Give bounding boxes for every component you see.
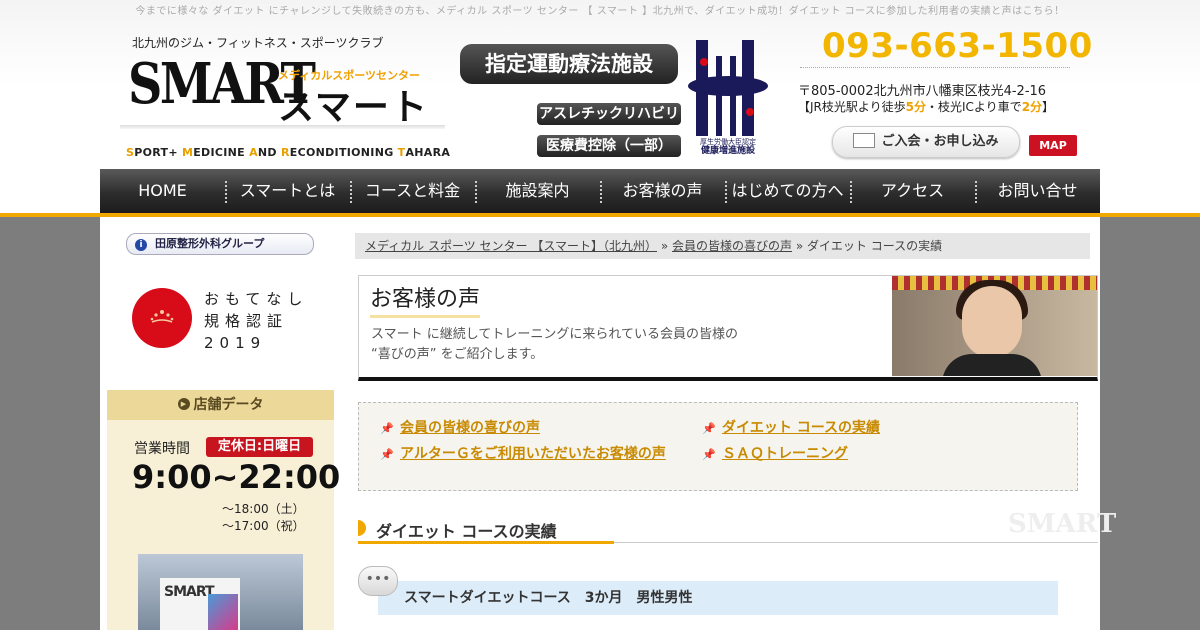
hours-main: 9:00~22:00 bbox=[132, 458, 341, 496]
link-diet-results[interactable]: 📌 ダイエット コースの実績 bbox=[702, 417, 880, 437]
pin-icon: 📌 bbox=[380, 422, 394, 435]
link-alter-g-voices[interactable]: 📌 アルターＧをご利用いただいたお客様の声 bbox=[380, 443, 666, 463]
store-data-heading: ▶ 店舗データ bbox=[107, 390, 334, 420]
breadcrumb-current: ダイエット コースの実績 bbox=[807, 239, 943, 253]
logo-japanese[interactable]: スマート bbox=[278, 78, 429, 130]
nav-about[interactable]: スマートとは bbox=[225, 169, 350, 213]
omotenashi-logo-icon bbox=[132, 288, 192, 348]
hours-label: 営業時間 bbox=[134, 441, 190, 457]
logo-underline bbox=[120, 125, 445, 129]
nav-voices[interactable]: お客様の声 bbox=[600, 169, 725, 213]
nav-courses[interactable]: コースと料金 bbox=[350, 169, 475, 213]
holiday-badge: 定休日:日曜日 bbox=[206, 437, 313, 457]
nav-access[interactable]: アクセス bbox=[850, 169, 975, 213]
info-icon: i bbox=[135, 239, 147, 251]
section-watermark: SMART bbox=[1008, 509, 1117, 539]
breadcrumb-parent-link[interactable]: 会員の皆様の喜びの声 bbox=[672, 239, 792, 253]
section-heading: SMART ダイエット コースの実績 bbox=[358, 509, 1116, 545]
speech-bubble-icon: ••• bbox=[358, 566, 398, 596]
designated-facility-badge: 指定運動療法施設 bbox=[460, 44, 678, 84]
nav-home[interactable]: HOME bbox=[100, 169, 225, 213]
athletic-rehab-badge: アスレチックリハビリ bbox=[537, 103, 681, 125]
phone-number[interactable]: 093-663-1500 bbox=[822, 26, 1093, 66]
medical-deduction-badge: 医療費控除（一部） bbox=[537, 135, 681, 157]
pin-icon: 📌 bbox=[380, 448, 394, 461]
divider bbox=[800, 67, 1070, 68]
join-apply-button[interactable]: ご入会・お申し込み bbox=[832, 126, 1020, 158]
pin-icon: 📌 bbox=[702, 448, 716, 461]
nav-facility[interactable]: 施設案内 bbox=[475, 169, 600, 213]
link-member-voices[interactable]: 📌 会員の皆様の喜びの声 bbox=[380, 417, 540, 437]
omotenashi-certification: おもてなし 規格認証 2019 bbox=[204, 290, 309, 352]
breadcrumb: メディカル スポーツ センター 【スマート】（北九州） » 会員の皆様の喜びの声… bbox=[355, 233, 1090, 259]
pin-icon: 📌 bbox=[702, 422, 716, 435]
mail-icon bbox=[853, 133, 876, 148]
access-info: 【JR枝光駅より徒歩5分・枝光ICより車で2分】 bbox=[798, 100, 1055, 114]
nav-contact[interactable]: お問い合せ bbox=[975, 169, 1100, 213]
nav-first-time[interactable]: はじめての方へ bbox=[725, 169, 850, 213]
breadcrumb-home-link[interactable]: メディカル スポーツ センター 【スマート】（北九州） bbox=[365, 239, 657, 253]
play-circle-icon: ▶ bbox=[177, 398, 190, 410]
health-facility-caption: 厚生労働大臣認定 健康増進施設 bbox=[700, 138, 756, 156]
logo-tagline: SPORT+ MEDICINE AND RECONDITIONING TAHAR… bbox=[126, 146, 451, 159]
top-intro-text: 今までに様々な ダイエット にチャレンジして失敗続きの方も、メディカル スポーツ… bbox=[135, 6, 1065, 17]
health-facility-logo-icon bbox=[688, 40, 768, 136]
hours-saturday: ～18:00（土） bbox=[222, 502, 305, 516]
address: 〒805-0002北九州市八幡東区枝光4-2-16 bbox=[798, 84, 1047, 99]
customer-photo bbox=[892, 276, 1097, 376]
store-exterior-photo: SMART bbox=[138, 554, 303, 630]
map-button[interactable]: MAP bbox=[1029, 135, 1077, 156]
course-title-bar: スマートダイエットコース 3か月 男性男性 bbox=[378, 581, 1058, 615]
section-title: ダイエット コースの実績 bbox=[376, 522, 557, 541]
main-navigation: HOME スマートとは コースと料金 施設案内 お客様の声 はじめての方へ アク… bbox=[100, 169, 1100, 213]
group-link-button[interactable]: i 田原整形外科グループ bbox=[126, 233, 314, 255]
voice-title: お客様の声 bbox=[370, 285, 481, 318]
hours-holiday: ～17:00（祝） bbox=[222, 519, 305, 533]
link-saq-training[interactable]: 📌 ＳＡＱトレーニング bbox=[702, 443, 848, 463]
voice-description: スマート に継続してトレーニングに来られている会員の皆様の “喜びの声” をご紹… bbox=[371, 327, 738, 362]
site-tagline: 北九州のジム・フィットネス・スポーツクラブ bbox=[132, 36, 384, 50]
